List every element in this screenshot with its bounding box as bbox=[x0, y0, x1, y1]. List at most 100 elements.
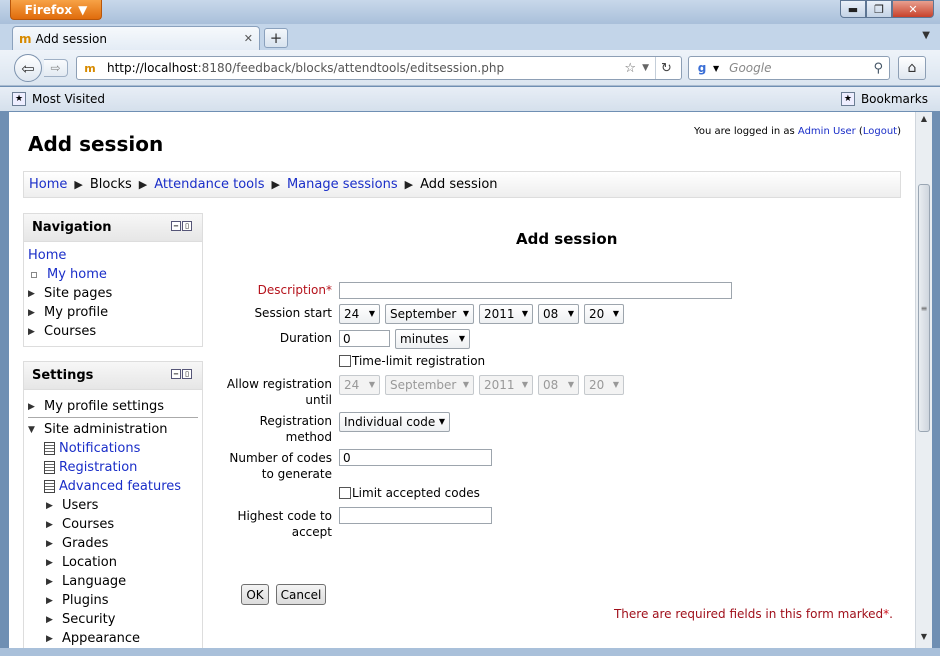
highest-code-input[interactable] bbox=[339, 507, 492, 524]
num-codes-input[interactable]: 0 bbox=[339, 449, 492, 466]
bookmark-star-icon[interactable]: ☆ bbox=[624, 61, 636, 76]
breadcrumb-separator-icon: ▶ bbox=[271, 178, 280, 191]
scroll-down-icon[interactable]: ▼ bbox=[918, 632, 930, 646]
dropdown-arrow-icon: ▼ bbox=[462, 380, 469, 389]
settings-my-profile-label: My profile settings bbox=[44, 399, 165, 414]
tab-close-icon[interactable]: ✕ bbox=[244, 32, 253, 45]
breadcrumb-attendance-tools[interactable]: Attendance tools bbox=[154, 177, 264, 192]
scroll-up-icon[interactable]: ▲ bbox=[918, 114, 930, 128]
back-arrow-icon[interactable]: ⇦ bbox=[14, 54, 42, 82]
settings-item-registration[interactable]: Registration bbox=[28, 458, 198, 477]
dock-icon[interactable]: ▯ bbox=[182, 221, 192, 231]
search-magnifier-icon[interactable]: ⚲ bbox=[873, 61, 883, 76]
navigation-toolbar: ⇦ ⇨ m http://localhost:8180/feedback/blo… bbox=[0, 50, 940, 86]
duration-unit-select[interactable]: minutes ▼ bbox=[395, 329, 470, 349]
history-dropdown-icon[interactable]: ▼ bbox=[642, 63, 649, 73]
nav-item-home[interactable]: Home bbox=[28, 246, 198, 265]
bookmarks-star-icon: ★ bbox=[840, 92, 855, 106]
engine-dropdown-icon[interactable]: ▼ bbox=[713, 64, 719, 73]
tab-add-session[interactable]: m Add session ✕ bbox=[12, 26, 260, 50]
user-link[interactable]: Admin User bbox=[798, 126, 856, 137]
advanced-features-link[interactable]: Advanced features bbox=[59, 479, 181, 494]
appearance-label: Appearance bbox=[62, 631, 141, 646]
checkbox-box[interactable] bbox=[339, 487, 351, 499]
most-visited-item[interactable]: ★ Most Visited bbox=[12, 92, 105, 106]
limit-codes-checkbox[interactable]: Limit accepted codes bbox=[339, 486, 480, 500]
nav-item-site-pages[interactable]: ▶ Site pages bbox=[28, 284, 198, 303]
collapse-icon[interactable]: − bbox=[171, 369, 181, 379]
breadcrumb-blocks: Blocks bbox=[89, 177, 132, 192]
description-input[interactable] bbox=[339, 282, 732, 299]
reg-method-select[interactable]: Individual code ▼ bbox=[339, 412, 450, 432]
back-forward-group: ⇦ ⇨ bbox=[14, 54, 72, 82]
ok-button[interactable]: OK bbox=[241, 584, 269, 605]
expand-arrow-icon: ▶ bbox=[28, 307, 35, 318]
bookmarks-label: Bookmarks bbox=[860, 92, 928, 106]
collapse-icon[interactable]: − bbox=[171, 221, 181, 231]
session-start-minute-value: 20 bbox=[589, 307, 605, 321]
nav-home-link[interactable]: Home bbox=[28, 248, 66, 263]
dropdown-arrow-icon: ▼ bbox=[612, 309, 619, 318]
url-bar[interactable]: m http://localhost:8180/feedback/blocks/… bbox=[76, 56, 682, 80]
site-identity-icon[interactable]: m bbox=[79, 57, 101, 79]
dock-icon[interactable]: ▯ bbox=[182, 369, 192, 379]
expand-arrow-icon: ▶ bbox=[46, 633, 53, 644]
block-controls: − ▯ bbox=[171, 369, 192, 379]
nav-item-my-home[interactable]: My home bbox=[28, 265, 198, 284]
session-start-minute-select[interactable]: 20 ▼ bbox=[584, 304, 624, 324]
breadcrumb-home[interactable]: Home bbox=[29, 177, 67, 192]
collapse-arrow-icon: ▼ bbox=[28, 424, 35, 435]
nav-item-courses[interactable]: ▶ Courses bbox=[28, 322, 198, 341]
forward-arrow-icon[interactable]: ⇨ bbox=[44, 59, 68, 77]
settings-item-site-administration[interactable]: ▼ Site administration bbox=[28, 420, 198, 439]
settings-item-users[interactable]: ▶ Users bbox=[28, 496, 198, 515]
settings-item-courses[interactable]: ▶ Courses bbox=[28, 515, 198, 534]
settings-item-advanced-features[interactable]: Advanced features bbox=[28, 477, 198, 496]
home-icon[interactable]: ⌂ bbox=[898, 56, 926, 80]
settings-item-language[interactable]: ▶ Language bbox=[28, 572, 198, 591]
num-codes-label-line1: Number of codes bbox=[229, 451, 332, 465]
maximize-icon[interactable]: ❐ bbox=[866, 0, 892, 18]
settings-item-plugins[interactable]: ▶ Plugins bbox=[28, 591, 198, 610]
search-placeholder[interactable]: Google bbox=[729, 61, 873, 75]
dropdown-arrow-icon: ▼ bbox=[567, 309, 574, 318]
checkbox-box[interactable] bbox=[339, 355, 351, 367]
settings-item-security[interactable]: ▶ Security bbox=[28, 610, 198, 629]
registration-link[interactable]: Registration bbox=[59, 460, 137, 475]
url-host: http://localhost bbox=[107, 61, 198, 75]
notifications-link[interactable]: Notifications bbox=[59, 441, 140, 456]
settings-item-appearance[interactable]: ▶ Appearance bbox=[28, 629, 198, 648]
time-limit-checkbox[interactable]: Time-limit registration bbox=[339, 354, 485, 368]
scroll-thumb[interactable]: ≡ bbox=[918, 184, 930, 432]
minimize-icon[interactable]: ▬ bbox=[840, 0, 866, 18]
bookmarks-menu[interactable]: ★ Bookmarks bbox=[840, 92, 928, 106]
session-start-hour-select[interactable]: 08 ▼ bbox=[538, 304, 579, 324]
cancel-button[interactable]: Cancel bbox=[276, 584, 326, 605]
settings-item-grades[interactable]: ▶ Grades bbox=[28, 534, 198, 553]
google-engine-icon[interactable]: g bbox=[691, 57, 713, 79]
reload-icon[interactable]: ↻ bbox=[655, 57, 677, 79]
url-text[interactable]: http://localhost:8180/feedback/blocks/at… bbox=[107, 61, 624, 75]
close-icon[interactable]: ✕ bbox=[892, 0, 934, 18]
tab-list-icon[interactable]: ▼ bbox=[922, 30, 930, 41]
settings-item-notifications[interactable]: Notifications bbox=[28, 439, 198, 458]
required-asterisk: * bbox=[326, 283, 332, 297]
session-start-year-select[interactable]: 2011 ▼ bbox=[479, 304, 533, 324]
session-start-month-select[interactable]: September ▼ bbox=[385, 304, 474, 324]
firefox-menu-button[interactable]: Firefox ▼ bbox=[10, 0, 102, 20]
allow-until-month-select: September ▼ bbox=[385, 375, 474, 395]
nav-courses-label: Courses bbox=[44, 324, 97, 339]
page-scrollbar[interactable]: ▲ ≡ ▼ bbox=[915, 112, 932, 648]
nav-item-my-profile[interactable]: ▶ My profile bbox=[28, 303, 198, 322]
dropdown-arrow-icon: ▼ bbox=[462, 309, 469, 318]
breadcrumb-manage-sessions[interactable]: Manage sessions bbox=[287, 177, 398, 192]
logout-link[interactable]: Logout bbox=[863, 126, 897, 137]
settings-item-my-profile-settings[interactable]: ▶ My profile settings bbox=[28, 396, 198, 418]
settings-item-location[interactable]: ▶ Location bbox=[28, 553, 198, 572]
nav-my-home-link[interactable]: My home bbox=[47, 267, 107, 282]
new-tab-button[interactable]: + bbox=[264, 28, 288, 48]
session-start-day-select[interactable]: 24 ▼ bbox=[339, 304, 380, 324]
search-bar[interactable]: g ▼ Google ⚲ bbox=[688, 56, 890, 80]
allow-until-label-line1: Allow registration bbox=[226, 377, 332, 391]
duration-input[interactable]: 0 bbox=[339, 330, 390, 347]
